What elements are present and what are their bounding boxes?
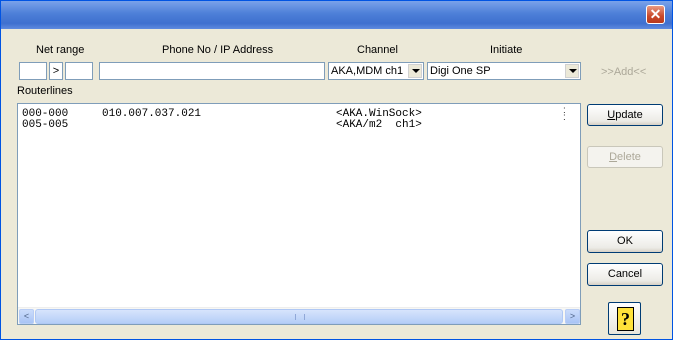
delete-button[interactable]: Delete (587, 146, 663, 168)
initiate-select[interactable]: Digi One SP (427, 62, 581, 80)
add-button[interactable]: >>Add<< (601, 66, 646, 78)
dropdown-arrow-icon[interactable] (408, 64, 422, 78)
scroll-right-icon[interactable]: > (565, 309, 580, 324)
dropdown-arrow-icon[interactable] (565, 64, 579, 78)
list-item-channel: <AKA/m2 ch1> (336, 119, 422, 131)
close-icon[interactable]: ✕ (646, 5, 665, 24)
update-button[interactable]: Update (587, 104, 663, 126)
routerlines-list[interactable]: 000-000 010.007.037.021 <AKA.WinSock> 005-0… (17, 103, 581, 325)
cancel-button[interactable]: Cancel (587, 263, 663, 286)
channel-select-value: AKA,MDM ch1 (331, 65, 404, 77)
net-range-arrow: > (49, 62, 63, 80)
initiate-select-value: Digi One SP (430, 65, 491, 77)
ok-button[interactable]: OK (587, 230, 663, 253)
dialog-window: ✕ Net range Phone No / IP Address Channe… (0, 0, 673, 340)
phone-ip-input[interactable] (99, 62, 325, 80)
scrollbar-thumb[interactable] (35, 309, 563, 324)
help-button[interactable]: ? (608, 302, 641, 335)
channel-header: Channel (357, 44, 398, 56)
phone-ip-header: Phone No / IP Address (162, 44, 274, 56)
scroll-left-icon[interactable]: < (19, 309, 34, 324)
initiate-header: Initiate (490, 44, 523, 56)
column-divider: :: (563, 105, 566, 123)
help-icon: ? (617, 307, 634, 331)
net-range-header: Net range (36, 44, 85, 56)
list-item-range: 005-005 (22, 119, 69, 131)
list-item-address: 010.007.037.021 (102, 108, 202, 120)
horizontal-scrollbar[interactable]: < > (18, 307, 580, 324)
channel-select[interactable]: AKA,MDM ch1 (328, 62, 424, 80)
net-range-from-input[interactable] (19, 62, 47, 80)
net-range-to-input[interactable] (65, 62, 93, 80)
title-bar: ✕ (1, 1, 672, 29)
routerlines-label: Routerlines (17, 85, 73, 97)
